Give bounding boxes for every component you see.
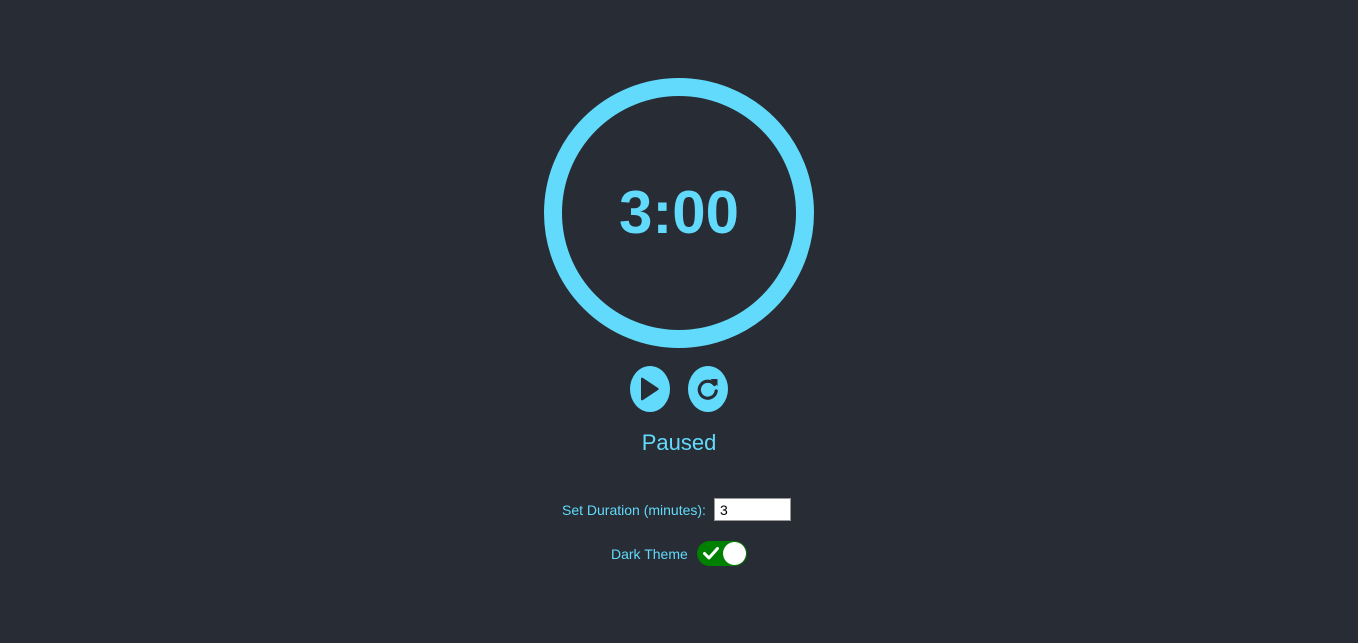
theme-setting: Dark Theme (611, 541, 747, 566)
reset-button[interactable] (688, 366, 728, 412)
play-icon (641, 377, 659, 401)
duration-input[interactable] (713, 498, 791, 521)
theme-label: Dark Theme (611, 545, 688, 562)
timer-status: Paused (641, 430, 717, 455)
timer-app: 3:00 Paused Set Duration (minutes): Dark… (0, 0, 1358, 643)
reset-icon (697, 379, 718, 400)
play-button[interactable] (630, 366, 670, 412)
duration-label: Set Duration (minutes): (562, 501, 706, 518)
toggle-knob (722, 542, 746, 565)
timer-display: 3:00 (618, 179, 740, 246)
check-icon (702, 547, 719, 560)
timer-ring: 3:00 (544, 78, 814, 348)
duration-setting: Set Duration (minutes): (562, 496, 791, 523)
dark-theme-toggle[interactable] (696, 541, 747, 566)
